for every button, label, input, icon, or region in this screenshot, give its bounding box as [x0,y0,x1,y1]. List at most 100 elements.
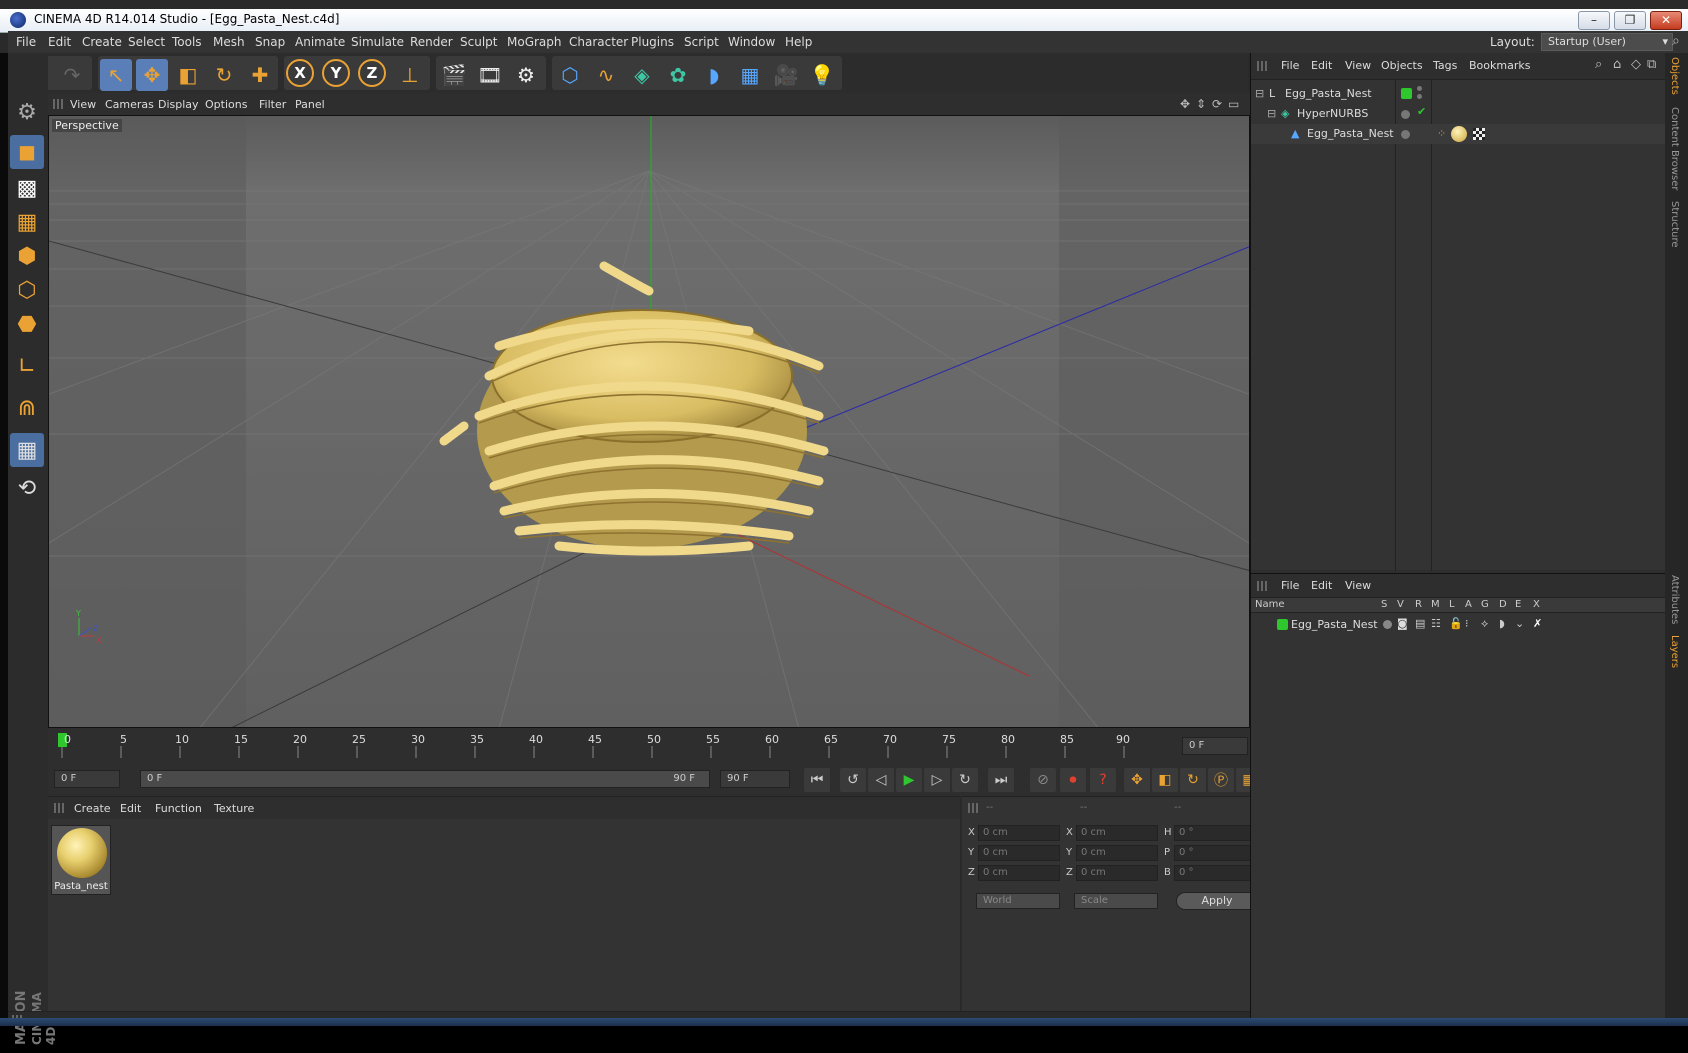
deformer-icon[interactable]: ◗ [698,59,730,91]
layer-color-swatch[interactable] [1401,88,1412,99]
uvw-tag-icon[interactable] [1473,128,1485,140]
phong-tag-icon[interactable]: ⁘ [1437,127,1446,140]
grip-icon[interactable] [53,99,63,109]
texture-mode-icon[interactable]: ▩ [10,171,44,205]
key-rotation-icon[interactable]: ↻ [1180,768,1206,792]
object-menu-tags[interactable]: Tags [1433,59,1457,72]
pan-icon[interactable]: ✥ [1180,97,1190,111]
grip-icon[interactable] [968,803,978,813]
object-row[interactable]: ⊟ ◈ HyperNURBS ✔ [1251,104,1666,124]
material-menu-function[interactable]: Function [155,802,202,815]
animation-toggle-icon[interactable]: ⁝ [1465,617,1469,630]
viewport-menu-cameras[interactable]: Cameras [105,98,154,111]
tab-objects[interactable]: Objects [1669,57,1680,95]
camera-icon[interactable]: 🎥 [770,59,802,91]
grip-icon[interactable] [1257,581,1267,591]
workplane-icon[interactable]: ▦ [10,205,44,239]
light-icon[interactable]: 💡 [806,59,838,91]
editor-visibility-dot[interactable] [1417,86,1422,91]
col-expressions[interactable]: E [1515,599,1521,610]
array-icon[interactable]: ✿ [662,59,694,91]
3d-viewport[interactable]: Y Z X Perspective [48,115,1250,728]
expression-toggle-icon[interactable]: ⌄ [1515,617,1524,630]
render-toggle-icon[interactable]: ▤ [1415,617,1425,630]
add-object-icon[interactable]: ✚ [244,59,276,91]
size-x-field[interactable]: 0 cm [1076,825,1158,841]
goto-start-icon[interactable]: ⏮ [804,768,830,792]
autokey-icon[interactable]: ⏺ [1060,768,1086,792]
position-x-field[interactable]: 0 cm [978,825,1060,841]
material-swatch[interactable]: Pasta_nest [51,825,111,895]
material-tag-icon[interactable] [1451,126,1467,142]
deformer-toggle-icon[interactable]: ◗ [1499,617,1505,630]
viewport-menu-panel[interactable]: Panel [295,98,325,111]
layer-dot[interactable] [1401,130,1410,139]
floor-icon[interactable]: ▦ [734,59,766,91]
col-manager[interactable]: M [1431,599,1440,610]
timeline-ruler[interactable]: 0 5 10 15 20 25 30 35 40 45 50 55 60 65 … [48,728,1250,762]
enabled-check-icon[interactable]: ✔ [1417,105,1426,118]
grip-icon[interactable] [1257,61,1267,71]
menu-mograph[interactable]: MoGraph [507,35,562,49]
layer-menu-file[interactable]: File [1281,579,1299,592]
menu-help[interactable]: Help [785,35,812,49]
col-animation[interactable]: A [1465,599,1472,610]
workplane-lock-icon[interactable]: ▦ [10,433,44,467]
viewport-menu-view[interactable]: View [70,98,96,111]
position-z-field[interactable]: 0 cm [978,865,1060,881]
play-icon[interactable]: ▶ [896,768,922,792]
object-menu-bookmarks[interactable]: Bookmarks [1469,59,1530,72]
minimize-button[interactable]: – [1578,11,1610,30]
tab-attributes[interactable]: Attributes [1669,575,1680,624]
viewport-menu-options[interactable]: Options [205,98,247,111]
edges-mode-icon[interactable]: ⬡ [10,273,44,307]
axis-mode-icon[interactable]: ∟ [10,349,44,383]
menu-edit[interactable]: Edit [48,35,71,49]
redo-icon[interactable]: ↷ [56,59,88,91]
new-window-icon[interactable]: ⧉ [1647,57,1656,72]
end-frame-field[interactable]: 90 F [720,770,790,788]
apply-button[interactable]: Apply [1176,892,1258,910]
keyframe-selection-icon[interactable]: ? [1090,768,1116,792]
col-render[interactable]: R [1415,599,1422,610]
expand-icon[interactable]: ⊟ [1255,87,1264,100]
x-axis-icon[interactable]: X [286,59,314,87]
current-frame-field[interactable]: 0 F [1182,737,1248,755]
y-axis-icon[interactable]: Y [322,59,350,87]
size-z-field[interactable]: 0 cm [1076,865,1158,881]
start-frame-field[interactable]: 0 F [54,770,120,788]
orbit-icon[interactable]: ⟳ [1212,97,1222,111]
manager-toggle-icon[interactable]: ☷ [1431,617,1441,630]
menu-script[interactable]: Script [684,35,719,49]
menu-select[interactable]: Select [128,35,165,49]
layer-dot[interactable] [1401,110,1410,119]
menu-tools[interactable]: Tools [172,35,202,49]
expand-icon[interactable]: ⊟ [1267,107,1276,120]
tab-structure[interactable]: Structure [1669,201,1680,248]
render-picture-viewer-icon[interactable]: 🎞 [474,59,506,91]
polygons-mode-icon[interactable]: ⬣ [10,307,44,341]
rotation-b-field[interactable]: 0 ° [1174,865,1256,881]
nurbs-icon[interactable]: ◈ [626,59,658,91]
grip-icon[interactable] [54,803,64,813]
view-toggle-icon[interactable]: ◙ [1397,617,1408,630]
make-editable-icon[interactable]: ⚙ [10,95,44,129]
tab-content-browser[interactable]: Content Browser [1669,107,1680,190]
menu-mesh[interactable]: Mesh [213,35,245,49]
layer-menu-edit[interactable]: Edit [1311,579,1332,592]
points-mode-icon[interactable]: ⬢ [10,239,44,273]
object-menu-file[interactable]: File [1281,59,1299,72]
col-generators[interactable]: G [1481,599,1489,610]
object-row[interactable]: ▲ Egg_Pasta_Nest ⁘ [1251,124,1666,144]
cube-icon[interactable]: ⬡ [554,59,586,91]
rotation-p-field[interactable]: 0 ° [1174,845,1256,861]
menu-create[interactable]: Create [82,35,122,49]
col-view[interactable]: V [1397,599,1404,610]
menu-snap[interactable]: Snap [255,35,285,49]
col-solo[interactable]: S [1381,599,1387,610]
prev-key-icon[interactable]: ↺ [840,768,866,792]
spline-icon[interactable]: ∿ [590,59,622,91]
maximize-button[interactable]: ❐ [1614,11,1646,30]
col-deformers[interactable]: D [1499,599,1507,610]
col-name[interactable]: Name [1255,599,1285,610]
